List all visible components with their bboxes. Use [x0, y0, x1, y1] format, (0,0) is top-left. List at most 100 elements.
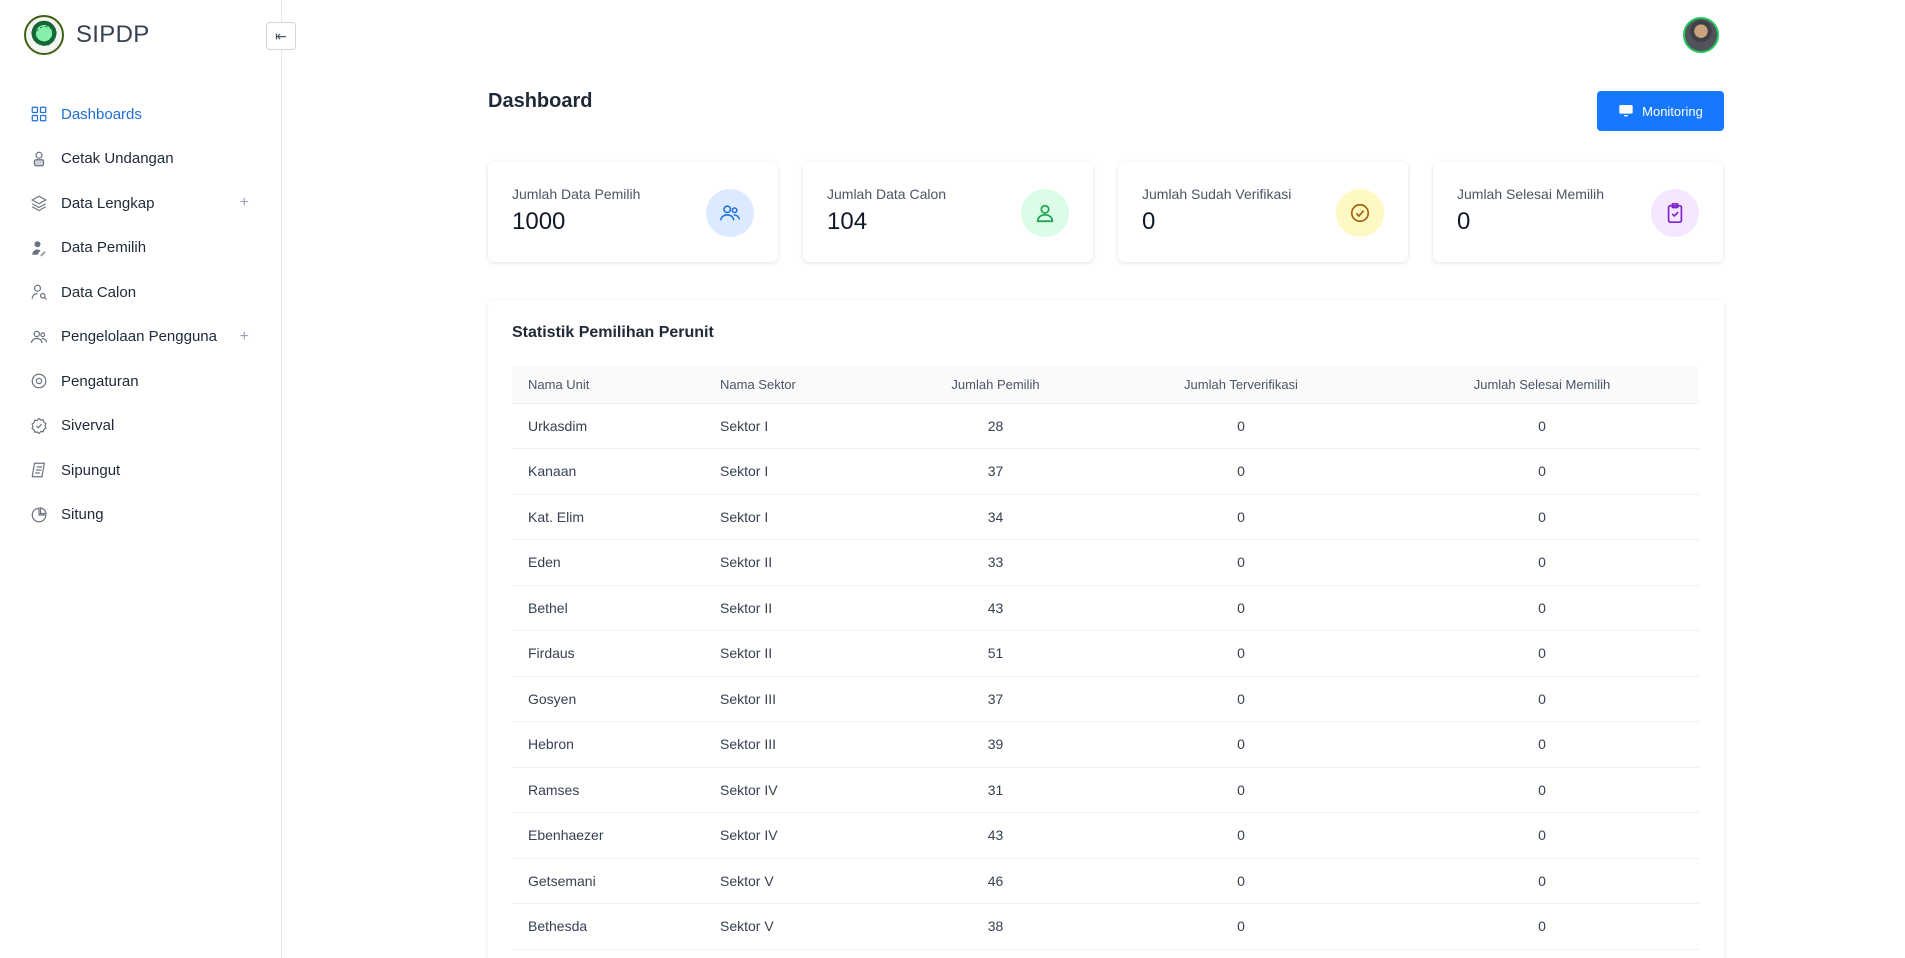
sidebar-menu: Dashboards Cetak Undangan Data Lengkap + Dat…: [0, 92, 281, 537]
user-avatar[interactable]: [1683, 17, 1719, 53]
sidebar-item-label: Pengaturan: [61, 372, 139, 390]
table-cell: Sektor III: [704, 721, 894, 768]
sidebar-item-dashboards[interactable]: Dashboards: [0, 92, 281, 137]
table-cell: 0: [1097, 903, 1385, 950]
table-cell: 0: [1385, 812, 1699, 859]
table-cell: Sektor IV: [704, 767, 894, 813]
column-header: Jumlah Terverifikasi: [1097, 366, 1385, 404]
stats-table: Nama Unit Nama Sektor Jumlah Pemilih Jumlah…: [512, 366, 1699, 950]
sidebar-item-siverval[interactable]: Siverval: [0, 404, 281, 449]
table-cell: Sektor V: [704, 903, 894, 950]
table-cell: Bethesda: [512, 903, 704, 950]
table-cell: 38: [894, 903, 1097, 950]
check-circle-icon: [1336, 189, 1384, 237]
summary-card: Jumlah Selesai Memilih 0: [1433, 162, 1723, 262]
sidebar-item-label: Data Calon: [61, 283, 137, 301]
sidebar-item-pengaturan[interactable]: Pengaturan: [0, 359, 281, 404]
sidebar-item-label: Situng: [61, 506, 104, 524]
table-cell: 0: [1385, 676, 1699, 722]
layers-icon: [30, 194, 48, 212]
table-cell: 34: [894, 494, 1097, 540]
table-row: Firdaus Sektor II 51 0 0: [512, 630, 1699, 677]
table-row: Gosyen Sektor III 37 0 0: [512, 676, 1699, 722]
table-row: Getsemani Sektor V 46 0 0: [512, 858, 1699, 904]
table-cell: 0: [1097, 721, 1385, 768]
table-cell: 0: [1097, 494, 1385, 540]
sidebar: SIPDP Dashboards Cetak Undangan Data Lengk…: [0, 0, 282, 958]
sidebar-item-label: Data Lengkap: [61, 194, 155, 212]
table-cell: 0: [1097, 767, 1385, 813]
table-cell: Sektor II: [704, 630, 894, 677]
monitoring-button[interactable]: Monitoring: [1597, 91, 1724, 131]
table-body: Urkasdim Sektor I 28 0 0 Kanaan Sektor I 37 0 0 Ka…: [512, 403, 1699, 950]
table-cell: Sektor I: [704, 448, 894, 495]
sidebar-item-label: Siverval: [61, 417, 115, 435]
sidebar-item-data-calon[interactable]: Data Calon: [0, 270, 281, 315]
app-logo: [24, 15, 64, 55]
table-cell: 0: [1385, 539, 1699, 586]
table-cell: 37: [894, 448, 1097, 495]
table-cell: Gosyen: [512, 676, 704, 722]
column-header: Jumlah Selesai Memilih: [1385, 366, 1699, 404]
user-icon: [1021, 189, 1069, 237]
table-row: Kanaan Sektor I 37 0 0: [512, 448, 1699, 495]
table-cell: 33: [894, 539, 1097, 586]
table-cell: 0: [1385, 494, 1699, 540]
table-row: Kat. Elim Sektor I 34 0 0: [512, 494, 1699, 540]
sidebar-item-cetak-undangan[interactable]: Cetak Undangan: [0, 137, 281, 182]
sidebar-item-data-lengkap[interactable]: Data Lengkap +: [0, 181, 281, 226]
sidebar-item-label: Dashboards: [61, 105, 142, 123]
page-title: Dashboard: [488, 90, 593, 112]
table-cell: 0: [1385, 403, 1699, 449]
expand-plus-icon[interactable]: +: [240, 328, 249, 346]
table-cell: Sektor I: [704, 403, 894, 449]
table-row: Hebron Sektor III 39 0 0: [512, 721, 1699, 768]
table-cell: 0: [1385, 585, 1699, 631]
table-cell: 43: [894, 585, 1097, 631]
summary-card: Jumlah Data Calon 104: [803, 162, 1093, 262]
table-cell: Sektor V: [704, 858, 894, 904]
brand[interactable]: SIPDP: [24, 15, 150, 55]
users-icon: [706, 189, 754, 237]
sidebar-item-pengelolaan-pengguna[interactable]: Pengelolaan Pengguna +: [0, 315, 281, 360]
sidebar-item-sipungut[interactable]: Sipungut: [0, 448, 281, 493]
collapse-sidebar-button[interactable]: ⇤: [266, 22, 296, 50]
stats-panel: Statistik Pemilihan Perunit Nama Unit Nam…: [488, 300, 1724, 958]
table-cell: 0: [1097, 448, 1385, 495]
table-cell: 0: [1097, 858, 1385, 904]
table-cell: 0: [1097, 676, 1385, 722]
table-cell: 0: [1097, 812, 1385, 859]
summary-card: Jumlah Sudah Verifikasi 0: [1118, 162, 1408, 262]
sidebar-item-situng[interactable]: Situng: [0, 493, 281, 538]
table-cell: 43: [894, 812, 1097, 859]
table-cell: 0: [1385, 767, 1699, 813]
users-icon: [30, 328, 48, 346]
table-cell: 0: [1385, 630, 1699, 677]
table-cell: Ebenhaezer: [512, 812, 704, 859]
monitoring-button-label: Monitoring: [1642, 103, 1703, 119]
table-cell: Sektor III: [704, 676, 894, 722]
table-cell: Hebron: [512, 721, 704, 768]
user-edit-icon: [30, 239, 48, 257]
table-cell: 51: [894, 630, 1097, 677]
sidebar-item-data-pemilih[interactable]: Data Pemilih: [0, 226, 281, 271]
table-cell: Urkasdim: [512, 403, 704, 449]
expand-plus-icon[interactable]: +: [240, 194, 249, 212]
table-cell: Kanaan: [512, 448, 704, 495]
clipboard-check-icon: [1651, 189, 1699, 237]
sidebar-item-label: Sipungut: [61, 461, 121, 479]
column-header: Nama Sektor: [704, 366, 894, 404]
table-row: Bethel Sektor II 43 0 0: [512, 585, 1699, 631]
table-cell: 0: [1097, 585, 1385, 631]
pie-chart-icon: [30, 506, 48, 524]
stats-title: Statistik Pemilihan Perunit: [512, 324, 714, 341]
sidebar-item-label: Cetak Undangan: [61, 150, 174, 168]
table-cell: Kat. Elim: [512, 494, 704, 540]
table-row: Urkasdim Sektor I 28 0 0: [512, 403, 1699, 449]
table-cell: 0: [1385, 858, 1699, 904]
monitor-icon: [1619, 105, 1633, 117]
table-cell: Sektor I: [704, 494, 894, 540]
table-cell: Getsemani: [512, 858, 704, 904]
table-cell: Sektor II: [704, 585, 894, 631]
table-cell: 31: [894, 767, 1097, 813]
